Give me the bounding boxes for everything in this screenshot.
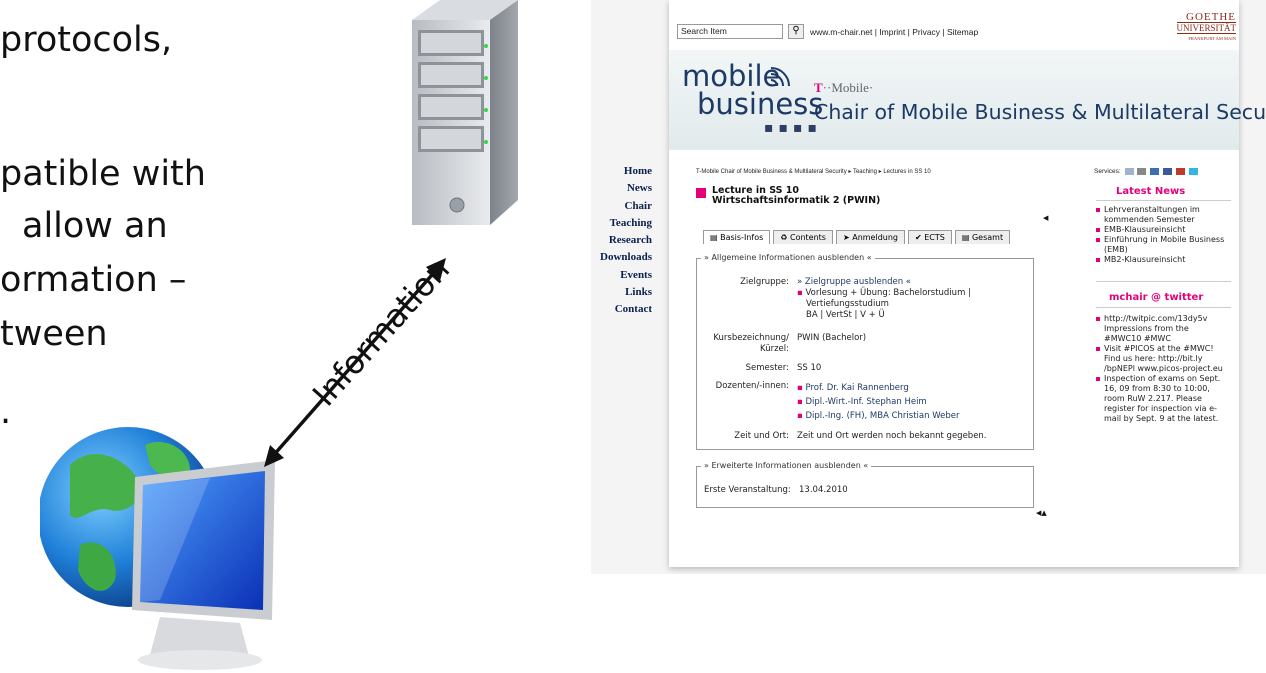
arrow-icon: ➤	[842, 233, 850, 242]
search-button[interactable]: ⚲	[788, 24, 804, 39]
logo-line-2: business	[697, 87, 824, 121]
nav-contact[interactable]: Contact	[591, 301, 652, 318]
slide-line-1: protocols,	[0, 20, 173, 60]
left-arrow-icon[interactable]: ◀	[1043, 214, 1048, 222]
top-links[interactable]: www.m-chair.net | Imprint | Privacy | Si…	[810, 27, 978, 37]
nav-chair[interactable]: Chair	[591, 198, 653, 215]
kurs-value: PWIN (Bachelor)	[797, 333, 867, 343]
zielgruppe-item: Vertiefungsstudium	[806, 299, 889, 309]
nav-news[interactable]: News	[591, 180, 652, 197]
extended-info-fieldset: » Erweiterte Informationen ausblenden « …	[696, 461, 1034, 508]
share-icon[interactable]	[1175, 168, 1185, 175]
news-item[interactable]: Lehrveranstaltungen im kommenden Semeste…	[1096, 205, 1236, 225]
server-icon	[412, 0, 518, 225]
tmobile-logo: T··Mobile·	[814, 80, 874, 95]
nav-home[interactable]: Home	[591, 163, 652, 180]
zeit-label: Zeit und Ort:	[734, 431, 789, 441]
kurs-label-2: Kürzel:	[760, 344, 789, 354]
news-item[interactable]: Einführung in Mobile Business (EMB)	[1096, 235, 1236, 255]
slide-line-2: patible with	[0, 154, 206, 194]
nav-teaching[interactable]: Teaching	[591, 215, 652, 232]
search-icon: ⚲	[792, 25, 800, 36]
twitter-heading: mchair @ twitter	[1109, 292, 1204, 303]
kurs-label-1: Kursbezeichnung/	[713, 333, 789, 343]
check-icon: ✔	[915, 233, 922, 242]
zielgruppe-toggle[interactable]: » Zielgruppe ausblenden «	[797, 277, 971, 288]
document-icon: ▤	[961, 233, 970, 242]
contents-icon: ♻	[780, 233, 788, 242]
nav-downloads[interactable]: Downloads	[591, 249, 652, 266]
latest-news-heading: Latest News	[1116, 186, 1186, 197]
erste-label: Erste Veranstaltung:	[704, 485, 791, 495]
twitter-icon[interactable]	[1188, 168, 1198, 175]
extended-info-toggle[interactable]: » Erweiterte Informationen ausblenden «	[701, 461, 872, 470]
zielgruppe-item: Vorlesung + Übung: Bachelorstudium |	[805, 288, 971, 298]
tweet-item[interactable]: http://twitpic.com/13dy5v Impressions fr…	[1096, 314, 1224, 344]
nav-research[interactable]: Research	[591, 232, 652, 249]
lecture-marker-icon	[696, 188, 706, 198]
services-label: Services:	[1094, 168, 1121, 176]
delicious-icon[interactable]	[1150, 168, 1160, 175]
tab-contents[interactable]: ♻ Contents	[773, 230, 833, 244]
nav-links[interactable]: Links	[591, 284, 652, 301]
tab-gesamt[interactable]: ▤ Gesamt	[954, 230, 1011, 244]
semester-value: SS 10	[797, 363, 822, 373]
tab-bar: ▤ Basis-Infos ♻ Contents ➤ Anmeldung ✔ E…	[703, 230, 1011, 244]
nav-events[interactable]: Events	[591, 267, 652, 284]
twitter-list: http://twitpic.com/13dy5v Impressions fr…	[1096, 314, 1224, 424]
tab-ects[interactable]: ✔ ECTS	[908, 230, 952, 244]
zielgruppe-item: BA | VertSt | V + Ü	[806, 310, 885, 320]
page-title: Chair of Mobile Business & Multilateral …	[814, 100, 1266, 124]
slide-line-3: allow an	[22, 206, 168, 246]
zeit-value: Zeit und Ort werden noch bekannt gegeben…	[797, 431, 987, 441]
page-frame: Search Item ⚲ www.m-chair.net | Imprint …	[669, 0, 1266, 567]
tab-anmeldung[interactable]: ➤ Anmeldung	[835, 230, 905, 244]
tweet-item[interactable]: Visit #PICOS at the #MWC! Find us here: …	[1096, 344, 1224, 374]
breadcrumb[interactable]: T-Mobile Chair of Mobile Business & Mult…	[696, 168, 931, 175]
general-info-fieldset: » Allgemeine Informationen ausblenden « …	[696, 253, 1034, 450]
website-screenshot: Home News Chair Teaching Research Downlo…	[591, 0, 1266, 574]
dozenten-label: Dozenten/-innen:	[715, 381, 789, 391]
scroll-arrows-icon[interactable]: ◀▲	[1036, 509, 1047, 517]
logo-line-1: mobile	[682, 59, 781, 93]
general-info-toggle[interactable]: » Allgemeine Informationen ausblenden «	[701, 253, 875, 262]
tweet-item[interactable]: Inspection of exams on Sept. 16, 09 from…	[1096, 374, 1224, 424]
zielgruppe-label: Zielgruppe:	[740, 277, 789, 287]
document-icon: ▤	[710, 233, 718, 242]
news-item[interactable]: MB2-Klausureinsicht	[1096, 255, 1236, 265]
dozent-link[interactable]: Prof. Dr. Kai Rannenberg	[805, 383, 908, 393]
header-banner: mobile business ▪▪▪▪ T··Mobile· Chair of…	[669, 50, 1266, 150]
slide-line-5: tween	[0, 314, 108, 354]
globe-monitor-icon	[40, 427, 275, 670]
services-bar: Services:	[1094, 168, 1198, 175]
email-icon[interactable]	[1124, 168, 1134, 175]
dozent-link[interactable]: Dipl.-Ing. (FH), MBA Christian Weber	[805, 411, 959, 421]
print-icon[interactable]	[1137, 168, 1147, 175]
lecture-title: Lecture in SS 10 Wirtschaftsinformatik 2…	[712, 185, 881, 206]
slide-line-6: .	[0, 392, 12, 432]
semester-label: Semester:	[745, 363, 789, 373]
slide-line-4: ormation –	[0, 260, 187, 300]
dozent-link[interactable]: Dipl.-Wirt.-Inf. Stephan Heim	[805, 397, 926, 407]
university-logo: GOETHE UNIVERSITÄT FRANKFURT AM MAIN	[1176, 11, 1236, 41]
erste-value: 13.04.2010	[799, 485, 848, 495]
news-item[interactable]: EMB-Klausureinsicht	[1096, 225, 1236, 235]
search-input[interactable]: Search Item	[677, 24, 783, 39]
tab-basis-infos[interactable]: ▤ Basis-Infos	[703, 230, 771, 244]
main-nav: Home News Chair Teaching Research Downlo…	[591, 163, 652, 319]
signal-icon	[770, 67, 790, 87]
latest-news-list: Lehrveranstaltungen im kommenden Semeste…	[1096, 205, 1236, 265]
facebook-icon[interactable]	[1162, 168, 1172, 175]
